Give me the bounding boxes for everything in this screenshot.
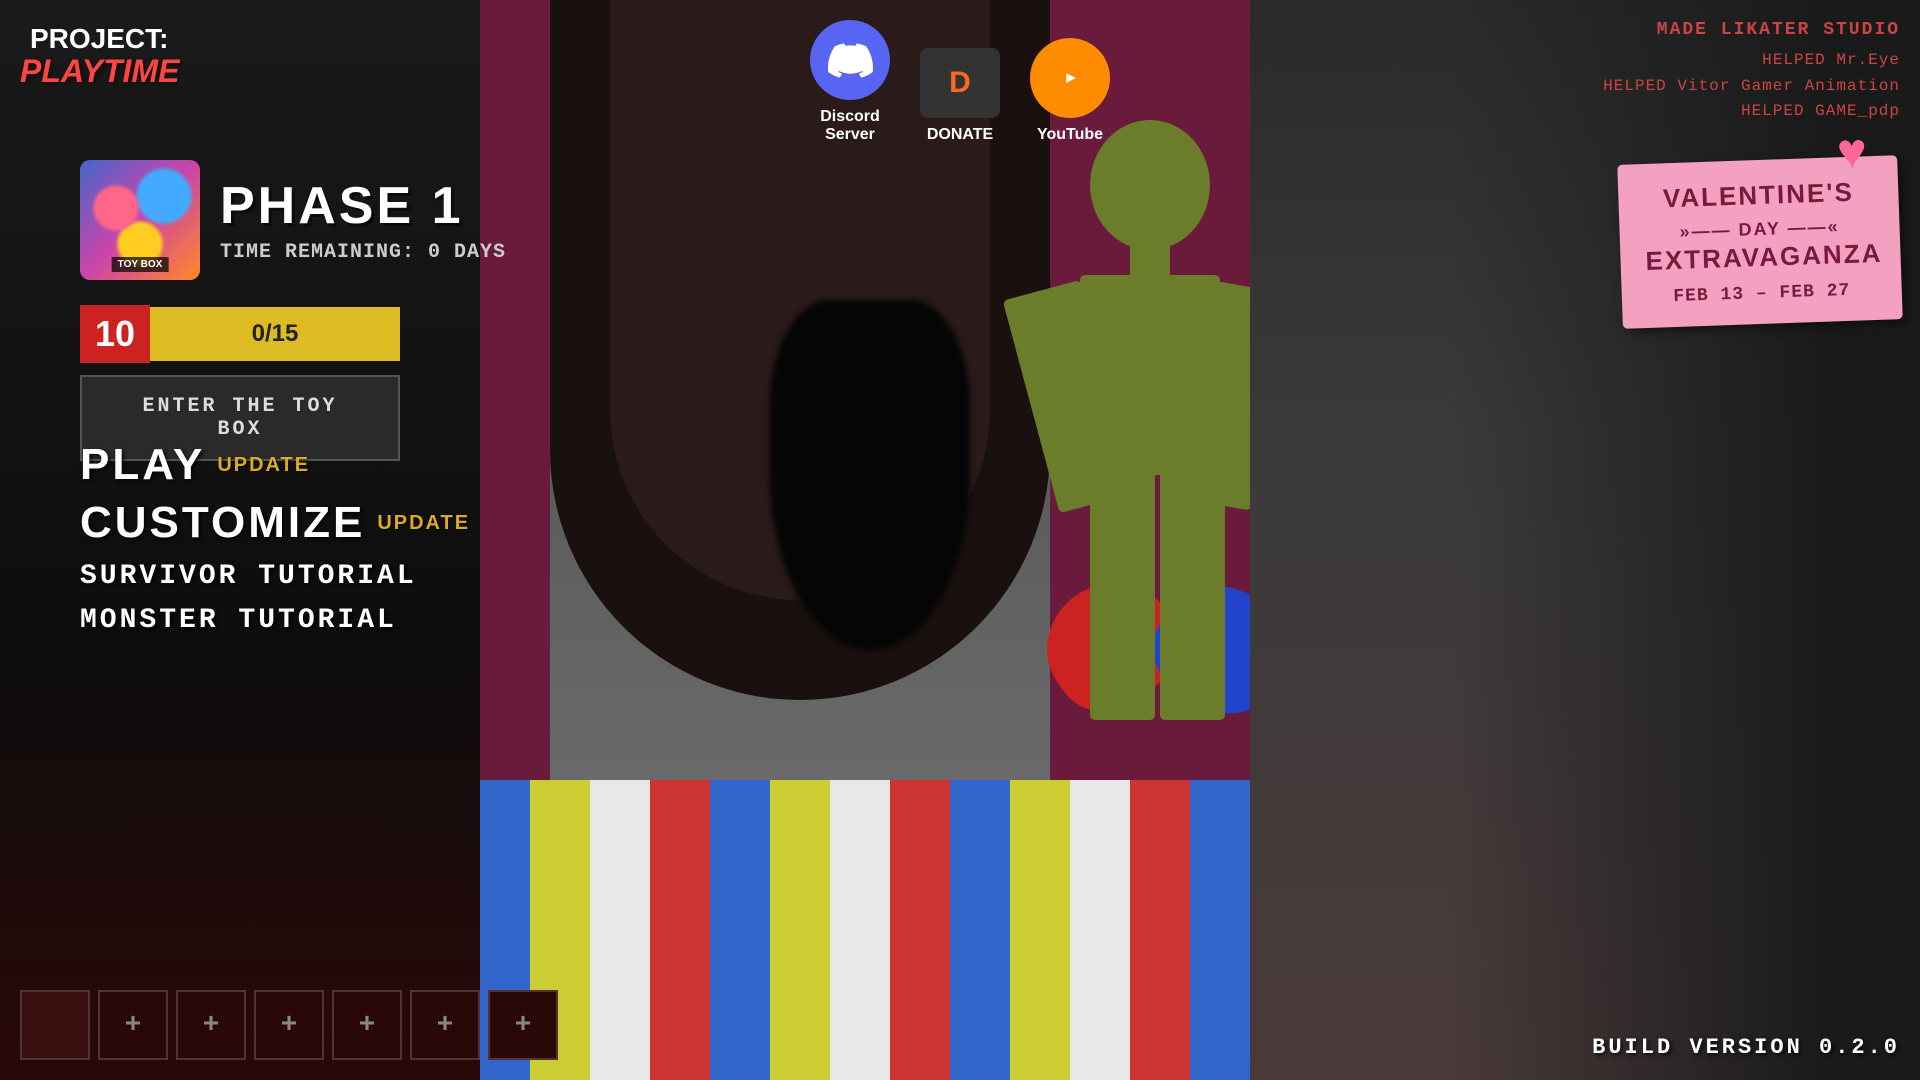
add-slot-icon-5: + (359, 1010, 376, 1041)
customize-menu-item[interactable]: CUSTOMIZE UPDATE (80, 498, 470, 548)
add-slot-icon-2: + (125, 1010, 142, 1041)
valentine-date: FEB 13 – FEB 27 (1647, 280, 1878, 308)
game-logo: PROJECT: PLAYTIME (20, 20, 180, 120)
customize-update-badge: UPDATE (377, 512, 470, 535)
youtube-button[interactable]: YouTube (1030, 38, 1110, 144)
progress-number: 10 (80, 305, 150, 363)
inventory-slot-3[interactable]: + (176, 990, 246, 1060)
progress-section: 10 0/15 (80, 305, 400, 363)
inventory-slot-2[interactable]: + (98, 990, 168, 1060)
youtube-label: YouTube (1037, 126, 1103, 144)
valentine-title: VALENTINE'S»—— DAY ——«EXTRAVAGANZA (1643, 176, 1876, 278)
helped-credits: HELPED Mr.Eye HELPED Vitor Gamer Animati… (1603, 48, 1900, 125)
inventory-slot-7[interactable]: + (488, 990, 558, 1060)
inventory-slot-1[interactable] (20, 990, 90, 1060)
helped-2: HELPED Vitor Gamer Animation (1603, 74, 1900, 100)
toy-box-label: TOY BOX (112, 257, 169, 272)
heart-icon: ♥ (1836, 126, 1868, 184)
youtube-icon (1030, 38, 1110, 118)
char-right-leg (1160, 460, 1225, 720)
donate-label: DONATE (927, 126, 993, 144)
helped-1: HELPED Mr.Eye (1603, 48, 1900, 74)
menu-section: PLAY UPDATE CUSTOMIZE UPDATE SURVIVOR TU… (80, 440, 470, 636)
play-label: PLAY (80, 440, 205, 490)
phase-image: TOY BOX (80, 160, 200, 280)
inventory-slot-6[interactable]: + (410, 990, 480, 1060)
youtube-svg-icon (1050, 58, 1090, 98)
donate-d-icon: D (949, 66, 971, 100)
valentine-banner: ♥ VALENTINE'S»—— DAY ——«EXTRAVAGANZA FEB… (1617, 155, 1903, 328)
valentine-card: ♥ VALENTINE'S»—— DAY ——«EXTRAVAGANZA FEB… (1617, 155, 1903, 328)
time-remaining: TIME REMAINING: 0 DAYS (220, 241, 506, 264)
add-slot-icon-7: + (515, 1010, 532, 1041)
survivor-tutorial-item[interactable]: SURVIVOR TUTORIAL (80, 561, 470, 592)
helped-3: HELPED GAME_pdp (1603, 99, 1900, 125)
discord-svg-icon (828, 38, 873, 83)
discord-label: DiscordServer (820, 108, 880, 144)
char-neck (1130, 240, 1170, 280)
studio-credit: MADE LIKATER STUDIO (1603, 20, 1900, 40)
credits-section: MADE LIKATER STUDIO HELPED Mr.Eye HELPED… (1603, 20, 1900, 125)
social-buttons: DiscordServer D DONATE YouTube (810, 20, 1110, 144)
phase-title: PHASE 1 (220, 176, 506, 236)
discord-icon (810, 20, 890, 100)
add-slot-icon-4: + (281, 1010, 298, 1041)
char-left-leg (1090, 460, 1155, 720)
progress-bar: 0/15 (150, 307, 400, 361)
play-update-badge: UPDATE (217, 454, 310, 477)
logo-playtime-text: PLAYTIME (20, 53, 180, 90)
play-menu-item[interactable]: PLAY UPDATE (80, 440, 470, 490)
creature-figure (770, 300, 970, 650)
monster-tutorial-item[interactable]: MONSTER TUTORIAL (80, 605, 470, 636)
donate-icon: D (920, 48, 1000, 118)
add-slot-icon-3: + (203, 1010, 220, 1041)
add-slot-icon-6: + (437, 1010, 454, 1041)
discord-button[interactable]: DiscordServer (810, 20, 890, 144)
inventory-slot-5[interactable]: + (332, 990, 402, 1060)
inventory-slot-4[interactable]: + (254, 990, 324, 1060)
character-mannequin (1000, 120, 1250, 870)
inventory-bar: + + + + + + (20, 990, 558, 1060)
donate-button[interactable]: D DONATE (920, 48, 1000, 144)
customize-label: CUSTOMIZE (80, 498, 365, 548)
phase-section: TOY BOX PHASE 1 TIME REMAINING: 0 DAYS (80, 160, 506, 280)
progress-text: 0/15 (252, 320, 299, 348)
build-version: BUILD VERSION 0.2.0 (1592, 1035, 1900, 1060)
phase-info: PHASE 1 TIME REMAINING: 0 DAYS (220, 176, 506, 264)
